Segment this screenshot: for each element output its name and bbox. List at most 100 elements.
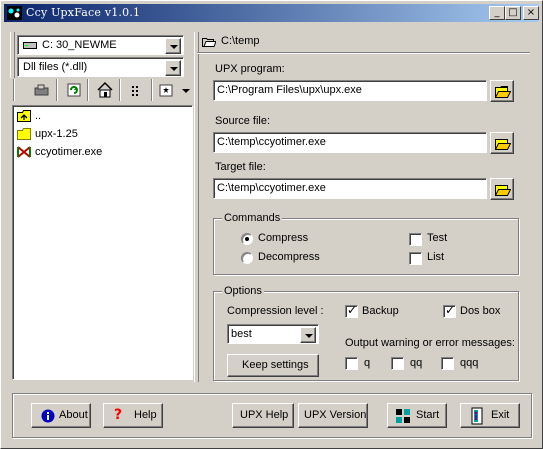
exit-label: Exit	[491, 409, 510, 421]
upx-program-label: UPX program:	[215, 63, 285, 75]
upx-version-button[interactable]: UPX Version	[298, 403, 368, 428]
qq-checkbox[interactable]	[391, 357, 404, 370]
keep-settings-label: Keep settings	[242, 359, 309, 371]
start-icon	[396, 409, 410, 423]
options-group-title: Options	[222, 285, 264, 297]
drive-dropdown-button[interactable]	[165, 38, 181, 54]
check-mark-icon: ✓	[445, 303, 456, 317]
app-icon	[7, 6, 22, 20]
upx-help-label: UPX Help	[240, 409, 289, 421]
minimize-button[interactable]: _	[489, 6, 505, 20]
maximize-icon: □	[508, 7, 518, 18]
commands-group: Commands Compress Decompress Test List	[213, 212, 519, 275]
dos-box-checkbox[interactable]: ✓	[443, 303, 456, 318]
exit-door-icon	[471, 407, 483, 425]
upx-help-button[interactable]: UPX Help	[232, 403, 294, 428]
options-icon	[159, 84, 173, 97]
filter-combo[interactable]: Dll files (*.dll)	[17, 57, 184, 77]
source-file-field[interactable]: C:\temp\ccyotimer.exe	[213, 132, 487, 153]
backup-checkbox[interactable]: ✓	[345, 303, 358, 318]
drag-handle	[10, 32, 15, 78]
main-window: Ccy UpxFace v1.0.1 _ □ × C: 30_NEWME Dll…	[0, 0, 543, 449]
qq-label[interactable]: qq	[410, 357, 422, 369]
list-label[interactable]: List	[427, 251, 444, 263]
compression-level-combo[interactable]: best	[227, 324, 319, 344]
refresh-icon	[67, 83, 81, 97]
source-file-value: C:\temp\ccyotimer.exe	[217, 136, 326, 148]
path-bar: C:\temp	[197, 32, 530, 53]
folder-up-button[interactable]	[31, 79, 53, 101]
home-icon	[97, 81, 113, 98]
qqq-label[interactable]: qqq	[460, 357, 478, 369]
compress-label[interactable]: Compress	[258, 232, 308, 244]
test-checkbox[interactable]	[409, 233, 422, 246]
current-path: C:\temp	[221, 35, 260, 47]
upx-program-browse-button[interactable]	[490, 80, 514, 102]
decompress-radio[interactable]	[241, 252, 253, 264]
home-button[interactable]	[94, 79, 116, 101]
help-button[interactable]: ? Help	[103, 403, 163, 428]
q-checkbox[interactable]	[345, 357, 358, 370]
chevron-down-icon	[305, 334, 313, 338]
filter-combo-value: Dll files (*.dll)	[23, 61, 88, 73]
start-label: Start	[416, 409, 440, 421]
exit-button[interactable]: Exit	[460, 403, 520, 428]
source-file-label: Source file:	[215, 115, 271, 127]
start-button[interactable]: Start	[387, 403, 447, 428]
toolbar-separator	[56, 79, 58, 101]
parent-folder-icon	[17, 110, 31, 122]
view-list-icon	[132, 86, 138, 96]
q-label[interactable]: q	[364, 357, 370, 369]
drive-combo[interactable]: C: 30_NEWME	[17, 35, 184, 55]
open-folder-icon	[495, 139, 511, 150]
title-bar[interactable]: Ccy UpxFace v1.0.1 _ □ ×	[4, 4, 539, 22]
toolbar-separator	[13, 79, 15, 101]
file-name: ccyotimer.exe	[35, 146, 103, 158]
toolbar-separator	[87, 79, 89, 101]
splitter[interactable]	[194, 32, 199, 382]
compression-level-label: Compression level :	[227, 305, 324, 317]
file-list[interactable]: .. upx-1.25 ccyotimer.exe	[12, 105, 193, 380]
folder-icon	[17, 128, 31, 140]
filter-dropdown-button[interactable]	[165, 60, 181, 76]
decompress-label[interactable]: Decompress	[258, 251, 320, 263]
about-button[interactable]: About	[31, 403, 91, 428]
upx-program-value: C:\Program Files\upx\upx.exe	[217, 84, 362, 96]
target-file-browse-button[interactable]	[490, 178, 514, 200]
info-icon	[41, 409, 55, 423]
upx-program-field[interactable]: C:\Program Files\upx\upx.exe	[213, 80, 487, 101]
keep-settings-button[interactable]: Keep settings	[227, 354, 319, 377]
maximize-button[interactable]: □	[505, 6, 521, 20]
test-label[interactable]: Test	[427, 232, 447, 244]
qqq-checkbox[interactable]	[441, 357, 454, 370]
window-title: Ccy UpxFace v1.0.1	[26, 6, 141, 19]
drive-icon	[23, 42, 37, 49]
dos-box-label[interactable]: Dos box	[460, 305, 500, 317]
commands-group-title: Commands	[222, 212, 283, 224]
source-file-browse-button[interactable]	[490, 132, 514, 154]
open-folder-icon	[202, 38, 216, 47]
help-icon: ?	[114, 407, 123, 423]
bottom-button-bar: About ? Help UPX Help UPX Version Start	[12, 393, 532, 438]
folder-up-icon	[34, 84, 49, 96]
help-label: Help	[134, 409, 157, 421]
minimize-icon: _	[494, 7, 500, 18]
target-file-field[interactable]: C:\temp\ccyotimer.exe	[213, 178, 487, 199]
compression-level-value: best	[231, 328, 252, 340]
about-label: About	[59, 409, 88, 421]
toolbar-separator	[151, 79, 153, 101]
close-icon: ×	[526, 7, 536, 18]
refresh-button[interactable]	[63, 79, 85, 101]
exe-icon	[17, 146, 31, 158]
options-button[interactable]	[156, 79, 178, 101]
backup-label[interactable]: Backup	[362, 305, 399, 317]
file-name: ..	[35, 110, 42, 122]
chevron-down-icon[interactable]	[182, 89, 190, 93]
list-checkbox[interactable]	[409, 252, 422, 265]
close-button[interactable]: ×	[523, 6, 539, 20]
compression-dropdown-button[interactable]	[300, 327, 316, 343]
view-list-button[interactable]	[126, 79, 148, 101]
compress-radio[interactable]	[241, 233, 253, 245]
radio-selected-dot	[245, 237, 249, 241]
chevron-down-icon	[170, 67, 178, 71]
